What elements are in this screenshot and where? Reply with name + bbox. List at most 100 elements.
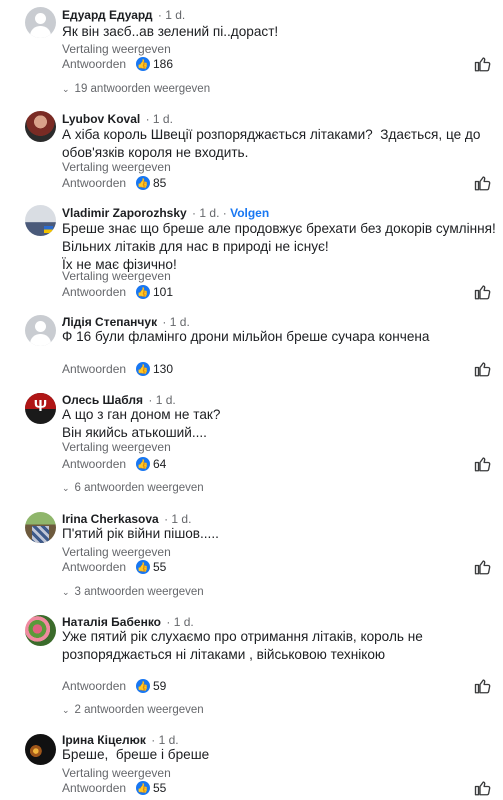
avatar[interactable]: Ψ: [25, 393, 56, 424]
comment-actions: Antwoorden 👍 101: [62, 285, 491, 301]
like-thumb-icon: 👍: [136, 176, 150, 190]
author-name[interactable]: Едуард Едуард: [62, 8, 153, 22]
timestamp[interactable]: 1 d.: [153, 112, 173, 126]
see-translation-link[interactable]: Vertaling weergeven: [62, 440, 171, 454]
comment-actions: Antwoorden 👍 85: [62, 176, 491, 192]
author-name[interactable]: Олесь Шабля: [62, 393, 143, 407]
like-count[interactable]: 64: [153, 457, 166, 471]
avatar[interactable]: [25, 734, 56, 765]
avatar[interactable]: [25, 205, 56, 236]
comment: Irina Cherkasova · 1 d. П'ятий рік війни…: [0, 510, 503, 600]
chevron-down-icon: ⌄: [62, 483, 70, 493]
comment-header: Ірина Кіцелюк · 1 d.: [62, 733, 179, 747]
reply-button[interactable]: Antwoorden: [62, 176, 126, 190]
thumb-up-outline-icon[interactable]: [474, 779, 492, 797]
comment: Ψ Олесь Шабля · 1 d. А що з ган доном не…: [0, 390, 503, 500]
like-thumb-icon: 👍: [136, 679, 150, 693]
see-translation-link[interactable]: Vertaling weergeven: [62, 766, 171, 780]
like-count[interactable]: 55: [153, 560, 166, 574]
see-translation-link[interactable]: Vertaling weergeven: [62, 269, 171, 283]
comment: Ірина Кіцелюк · 1 d. Бреше, бреше і бреш…: [0, 731, 503, 800]
author-name[interactable]: Vladimir Zaporozhsky: [62, 206, 187, 220]
comment-header: Олесь Шабля · 1 d.: [62, 393, 176, 407]
comment-header: Едуард Едуард · 1 d.: [62, 8, 186, 22]
comment-actions: Antwoorden 👍 55: [62, 781, 491, 797]
comment-text: А що з ган доном не так? Він якийсь атьк…: [62, 407, 221, 440]
comment-text: А хіба король Швеції розпоряджається літ…: [62, 127, 481, 160]
chevron-down-icon: ⌄: [62, 84, 70, 94]
avatar[interactable]: [25, 7, 56, 38]
timestamp[interactable]: 1 d.: [159, 733, 179, 747]
comment-actions: Antwoorden 👍 186: [62, 57, 491, 73]
comment-actions: Antwoorden 👍 64: [62, 457, 491, 473]
comment-header: Наталія Бабенко · 1 d.: [62, 615, 194, 629]
thumb-up-outline-icon[interactable]: [474, 283, 492, 301]
reply-button[interactable]: Antwoorden: [62, 362, 126, 376]
author-name[interactable]: Irina Cherkasova: [62, 512, 159, 526]
comment-actions: Antwoorden 👍 130: [62, 362, 491, 378]
view-replies-link[interactable]: ⌄ 3 antwoorden weergeven: [62, 586, 204, 598]
see-translation-link[interactable]: Vertaling weergeven: [62, 545, 171, 559]
comment: Лідія Степанчук · 1 d. Ф 16 були фламінг…: [0, 312, 503, 382]
like-count[interactable]: 186: [153, 57, 173, 71]
like-thumb-icon: 👍: [136, 285, 150, 299]
comment-header: Irina Cherkasova · 1 d.: [62, 512, 192, 526]
author-name[interactable]: Ірина Кіцелюк: [62, 733, 146, 747]
timestamp[interactable]: 1 d.: [199, 206, 219, 220]
comment-text: Бреше, бреше і бреше: [62, 747, 210, 762]
comment-header: Лідія Степанчук · 1 d.: [62, 315, 190, 329]
comment: Lyubov Koval · 1 d. А хіба король Швеції…: [0, 108, 503, 198]
thumb-up-outline-icon[interactable]: [474, 55, 492, 73]
like-thumb-icon: 👍: [136, 560, 150, 574]
author-name[interactable]: Лідія Степанчук: [62, 315, 157, 329]
timestamp[interactable]: 1 d.: [170, 315, 190, 329]
author-name[interactable]: Наталія Бабенко: [62, 615, 161, 629]
thumb-up-outline-icon[interactable]: [474, 558, 492, 576]
like-thumb-icon: 👍: [136, 781, 150, 795]
thumb-up-outline-icon[interactable]: [474, 174, 492, 192]
avatar[interactable]: [25, 512, 56, 543]
comment-text: Уже пятий рік слухаємо про отримання літ…: [62, 629, 423, 662]
view-replies-link[interactable]: ⌄ 19 antwoorden weergeven: [62, 83, 210, 95]
like-thumb-icon: 👍: [136, 57, 150, 71]
reply-button[interactable]: Antwoorden: [62, 679, 126, 693]
comment: Едуард Едуард · 1 d. Як він заєб..ав зел…: [0, 0, 503, 100]
comment: Vladimir Zaporozhsky · 1 d. · Volgen Бре…: [0, 202, 503, 302]
like-count[interactable]: 55: [153, 781, 166, 795]
thumb-up-outline-icon[interactable]: [474, 455, 492, 473]
timestamp[interactable]: 1 d.: [165, 8, 185, 22]
comment-text: Бреше знає що бреше але продовжує брехат…: [62, 221, 496, 272]
reply-button[interactable]: Antwoorden: [62, 457, 126, 471]
avatar[interactable]: [25, 315, 56, 346]
avatar[interactable]: [25, 111, 56, 142]
timestamp[interactable]: 1 d.: [171, 512, 191, 526]
see-translation-link[interactable]: Vertaling weergeven: [62, 160, 171, 174]
chevron-down-icon: ⌄: [62, 587, 70, 597]
like-count[interactable]: 59: [153, 679, 166, 693]
timestamp[interactable]: 1 d.: [156, 393, 176, 407]
reply-button[interactable]: Antwoorden: [62, 285, 126, 299]
author-name[interactable]: Lyubov Koval: [62, 112, 140, 126]
like-thumb-icon: 👍: [136, 362, 150, 376]
comment-text: Як він заєб..ав зелений пі..дораст!: [62, 24, 279, 39]
comment: Наталія Бабенко · 1 d. Уже пятий рік слу…: [0, 612, 503, 722]
view-replies-link[interactable]: ⌄ 2 antwoorden weergeven: [62, 704, 204, 716]
see-translation-link[interactable]: Vertaling weergeven: [62, 42, 171, 56]
thumb-up-outline-icon[interactable]: [474, 677, 492, 695]
like-count[interactable]: 101: [153, 285, 173, 299]
avatar[interactable]: [25, 615, 56, 646]
reply-button[interactable]: Antwoorden: [62, 781, 126, 795]
thumb-up-outline-icon[interactable]: [474, 360, 492, 378]
timestamp[interactable]: 1 d.: [174, 615, 194, 629]
like-count[interactable]: 130: [153, 362, 173, 376]
like-thumb-icon: 👍: [136, 457, 150, 471]
comment-text: Ф 16 були фламінго дрони мільйон бреше с…: [62, 329, 430, 344]
comment-header: Lyubov Koval · 1 d.: [62, 112, 173, 126]
comment-header: Vladimir Zaporozhsky · 1 d. · Volgen: [62, 206, 270, 220]
like-count[interactable]: 85: [153, 176, 166, 190]
reply-button[interactable]: Antwoorden: [62, 560, 126, 574]
view-replies-link[interactable]: ⌄ 6 antwoorden weergeven: [62, 482, 204, 494]
follow-button[interactable]: Volgen: [230, 206, 269, 220]
comment-text: П'ятий рік війни пішов.....: [62, 526, 219, 541]
reply-button[interactable]: Antwoorden: [62, 57, 126, 71]
